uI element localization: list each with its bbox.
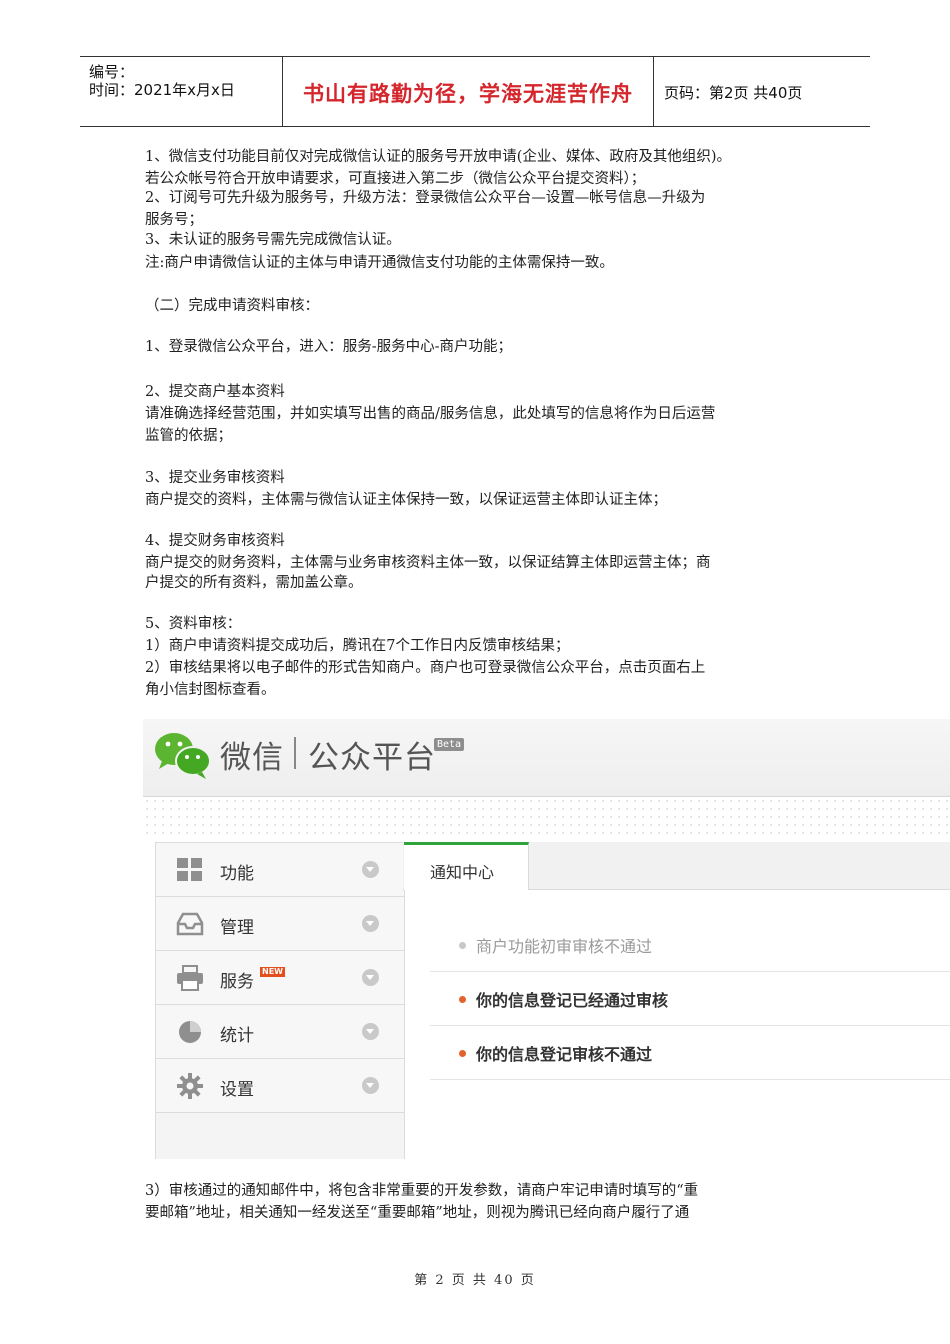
body-line: 2、订阅号可先升级为服务号，升级方法：登录微信公众平台—设置—帐号信息—升级为 (145, 190, 706, 206)
notification-text: 你的信息登记审核不通过 (476, 1045, 653, 1064)
body-line: 请准确选择经营范围，并如实填写出售的商品/服务信息，此处填写的信息将作为日后运营 (145, 406, 716, 422)
chevron-down-icon[interactable] (362, 915, 379, 932)
header-page-cell: 页码：第2页 共40页 (654, 57, 870, 126)
menu-item-settings[interactable]: 设置 (156, 1059, 404, 1113)
body-line: 1、登录微信公众平台，进入：服务-服务中心-商户功能； (145, 339, 513, 355)
tab-label: 通知中心 (430, 863, 495, 882)
body-line: 监管的依据； (145, 428, 232, 444)
body-line: 3）审核通过的通知邮件中，将包含非常重要的开发参数，请商户牢记申请时填写的“重 (145, 1183, 699, 1199)
menu-label: 设置 (220, 1080, 254, 1100)
body-line: 要邮箱”地址，相关通知一经发送至“重要邮箱”地址，则视为腾讯已经向商户履行了通 (145, 1205, 690, 1221)
notification-item[interactable]: 商户功能初审审核不通过 (430, 918, 950, 972)
grid-icon (177, 858, 202, 881)
pie-chart-icon (179, 1021, 201, 1043)
chevron-down-icon[interactable] (362, 1077, 379, 1094)
chevron-down-icon[interactable] (362, 1023, 379, 1040)
beta-badge: Beta (434, 738, 465, 751)
new-badge: NEW (260, 967, 285, 977)
menu-label: 功能 (220, 864, 254, 884)
tab-notification-center[interactable]: 通知中心 (404, 842, 529, 890)
body-line: 角小信封图标查看。 (145, 682, 276, 698)
menu-label: 统计 (220, 1026, 254, 1046)
page-footer: 第 2 页 共 40 页 (414, 1273, 536, 1288)
body-line: 注:商户申请微信认证的主体与申请开通微信支付功能的主体需保持一致。 (145, 255, 614, 271)
tab-bar: 通知中心 (403, 842, 950, 890)
menu-item-function[interactable]: 功能 (156, 843, 404, 897)
section-heading: （二）完成申请资料审核： (145, 298, 319, 314)
body-line: 商户提交的财务资料，主体需与业务审核资料主体一致，以保证结算主体即运营主体；商 (145, 555, 711, 571)
chevron-down-icon[interactable] (362, 969, 379, 986)
body-line: 1）商户申请资料提交成功后，腾讯在7个工作日内反馈审核结果； (145, 638, 570, 654)
header-motto: 书山有路勤为径，学海无涯苦作舟 (303, 81, 633, 106)
chevron-down-icon[interactable] (362, 861, 379, 878)
platform-header: 微信 公众平台 Beta (143, 719, 950, 797)
step-heading: 2、提交商户基本资料 (145, 384, 285, 400)
dotted-background (143, 797, 950, 837)
body-line: 3、未认证的服务号需先完成微信认证。 (145, 232, 401, 248)
step-heading: 5、资料审核： (145, 616, 242, 632)
sidebar-menu: 功能 管理 服务 NEW 统计 设置 (155, 842, 405, 1159)
body-line: 商户提交的资料，主体需与微信认证主体保持一致，以保证运营主体即认证主体； (145, 492, 667, 508)
bullet-dot-icon (459, 1050, 466, 1057)
document-date: 时间：2021年x月x日 (89, 81, 235, 99)
header-page-info: 页码：第2页 共40页 (664, 84, 803, 102)
document-header: 编号： 时间：2021年x月x日 书山有路勤为径，学海无涯苦作舟 页码：第2页 … (80, 56, 870, 127)
body-line: 服务号； (145, 212, 203, 228)
header-motto-cell: 书山有路勤为径，学海无涯苦作舟 (283, 57, 654, 126)
body-line: 户提交的所有资料，需加盖公章。 (145, 575, 363, 591)
gear-icon (177, 1073, 203, 1099)
body-line: 2）审核结果将以电子邮件的形式告知商户。商户也可登录微信公众平台，点击页面右上 (145, 660, 706, 676)
bullet-dot-icon (459, 996, 466, 1003)
printer-icon (177, 965, 203, 991)
bullet-dot-icon (459, 942, 466, 949)
menu-label: 管理 (220, 918, 254, 938)
wechat-platform-screenshot: 微信 公众平台 Beta 功能 管理 服务 NEW 统计 设置 通知中心 商户功… (143, 719, 950, 1159)
brand-platform: 公众平台 (308, 740, 436, 776)
menu-item-statistics[interactable]: 统计 (156, 1005, 404, 1059)
notification-text: 你的信息登记已经通过审核 (476, 991, 669, 1010)
step-heading: 4、提交财务审核资料 (145, 533, 285, 549)
notification-text: 商户功能初审审核不通过 (476, 937, 653, 956)
menu-item-service[interactable]: 服务 NEW (156, 951, 404, 1005)
wechat-logo-icon (155, 733, 211, 779)
notification-item[interactable]: 你的信息登记已经通过审核 (430, 972, 950, 1026)
brand-wechat: 微信 (220, 740, 284, 776)
menu-label: 服务 (220, 972, 254, 992)
menu-item-manage[interactable]: 管理 (156, 897, 404, 951)
step-heading: 3、提交业务审核资料 (145, 470, 285, 486)
brand-separator (294, 737, 296, 769)
body-line: 1、微信支付功能目前仅对完成微信认证的服务号开放申请(企业、媒体、政府及其他组织… (145, 149, 732, 165)
inbox-icon (176, 912, 204, 936)
notification-item[interactable]: 你的信息登记审核不通过 (430, 1026, 950, 1080)
header-meta-cell: 编号： 时间：2021年x月x日 (80, 57, 283, 126)
